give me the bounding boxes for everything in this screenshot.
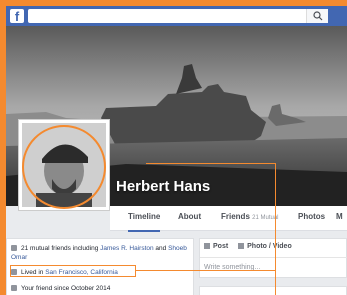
top-navigation-bar: f — [6, 6, 347, 26]
search-icon — [313, 11, 323, 21]
post-tab-label: Post — [213, 243, 229, 250]
profile-tabs: Timeline About Friends 21 Mutual Photos … — [110, 206, 347, 232]
feed-post-preview — [199, 286, 347, 295]
mutual-friend-link-1[interactable]: James R. Hairston — [100, 245, 153, 252]
photo-icon — [238, 243, 245, 250]
person-icon — [11, 285, 17, 292]
tab-friends-label: Friends — [221, 212, 250, 221]
composer-tabs: Post Photo / Video — [204, 243, 300, 250]
photo-video-tab[interactable]: Photo / Video — [238, 243, 292, 250]
mutual-friends-row: 21 mutual friends including James R. Hai… — [11, 244, 187, 262]
tab-friends[interactable]: Friends 21 Mutual — [221, 206, 279, 230]
friend-since-row: Your friend since October 2014 — [11, 284, 110, 293]
facebook-profile-page: f Herbert Hans Timeline About Friends 21… — [6, 6, 347, 295]
mutual-friends-text: 21 mutual friends including — [21, 245, 101, 252]
callout-line-vertical — [275, 163, 276, 295]
profile-name[interactable]: Herbert Hans — [116, 178, 210, 195]
search-input[interactable] — [28, 9, 328, 23]
photo-video-label: Photo / Video — [247, 243, 292, 250]
callout-line-horizontal — [136, 270, 276, 271]
search-button[interactable] — [306, 9, 328, 23]
pencil-icon — [204, 243, 210, 250]
tab-more[interactable]: M — [336, 206, 343, 230]
profile-highlight-ring — [22, 125, 106, 209]
friend-since-text: Your friend since October 2014 — [21, 285, 111, 292]
composer-input[interactable]: Write something... — [200, 257, 347, 277]
post-tab[interactable]: Post — [204, 243, 228, 250]
tab-about[interactable]: About — [178, 206, 201, 230]
composer-panel: Post Photo / Video Write something... — [199, 238, 347, 278]
friends-icon — [11, 245, 17, 252]
callout-line-top — [146, 163, 276, 164]
lived-in-highlight — [10, 265, 136, 277]
facebook-logo[interactable]: f — [10, 9, 24, 23]
tab-timeline[interactable]: Timeline — [128, 206, 161, 232]
tab-photos[interactable]: Photos — [298, 206, 325, 230]
mutual-and-text: and — [153, 245, 169, 252]
